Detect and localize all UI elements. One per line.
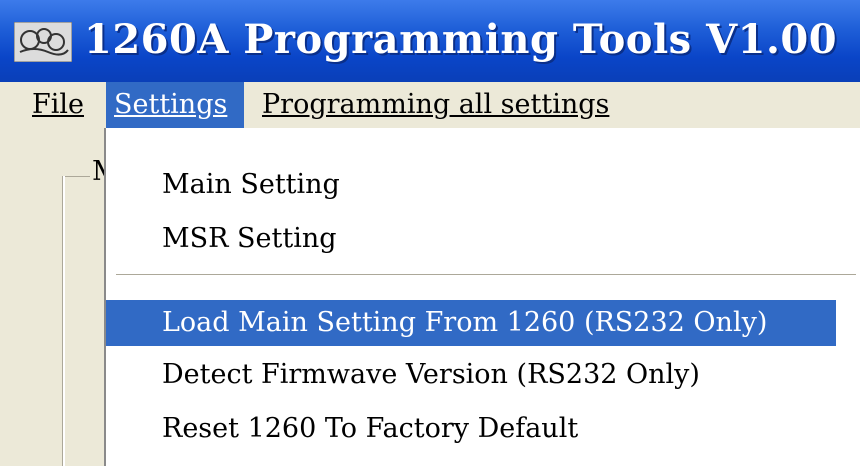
groupbox-border-top xyxy=(62,176,90,177)
menu-item-msr-setting[interactable]: MSR Setting xyxy=(106,216,836,262)
title-bar[interactable]: 1260A Programming Tools V1.00 xyxy=(0,0,860,82)
settings-dropdown-menu: Main Setting MSR Setting Load Main Setti… xyxy=(104,128,860,466)
app-logo-icon xyxy=(14,22,72,62)
menu-programming-all-settings[interactable]: Programming all settings xyxy=(254,82,617,128)
menu-item-label: Main Setting xyxy=(162,169,340,200)
menu-bar: File Settings Programming all settings xyxy=(0,82,860,128)
menu-item-main-setting[interactable]: Main Setting xyxy=(106,162,836,208)
menu-file-label: File xyxy=(32,89,84,120)
menu-programming-label: Programming all settings xyxy=(262,89,610,120)
groupbox-border-left xyxy=(62,176,65,466)
menu-item-detect-firmware-version[interactable]: Detect Firmwave Version (RS232 Only) xyxy=(106,352,836,398)
menu-item-label: Detect Firmwave Version (RS232 Only) xyxy=(162,359,700,390)
menu-item-label: MSR Setting xyxy=(162,223,337,254)
menu-settings-label: Settings xyxy=(114,89,228,120)
menu-separator xyxy=(116,274,856,276)
menu-item-label: Load Main Setting From 1260 (RS232 Only) xyxy=(162,307,768,338)
menu-file[interactable]: File xyxy=(24,82,92,128)
window-title: 1260A Programming Tools V1.00 xyxy=(84,16,838,63)
menu-settings[interactable]: Settings xyxy=(106,82,244,128)
menu-item-label: Reset 1260 To Factory Default xyxy=(162,413,579,444)
menu-item-load-main-setting[interactable]: Load Main Setting From 1260 (RS232 Only) xyxy=(106,300,836,346)
menu-item-reset-factory-default[interactable]: Reset 1260 To Factory Default xyxy=(106,406,836,452)
